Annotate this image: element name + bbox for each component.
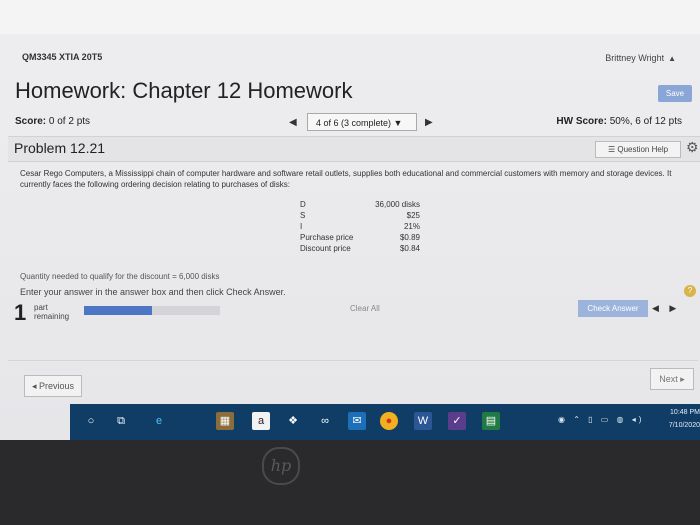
previous-button[interactable]: ◂ Previous — [24, 375, 82, 397]
store-icon[interactable]: ▦ — [216, 412, 234, 430]
hp-logo-icon: hp — [262, 447, 300, 485]
row-label: S — [300, 211, 306, 220]
browser-screen: QM3345 XTIA 20T5 Brittney Wright ▲ Homewo… — [0, 0, 700, 440]
save-button[interactable]: Save — [658, 85, 692, 102]
data-table: D 36,000 disks S $25 I 21% Purchase price $0… — [300, 200, 420, 255]
problem-title: Problem 12.21 — [14, 140, 106, 156]
part-navigation-arrows[interactable]: ◀ ▶ — [652, 303, 680, 314]
amazon-icon[interactable]: a — [252, 412, 270, 430]
user-icon: ▲ — [668, 54, 676, 63]
progress-fill — [84, 306, 152, 315]
parts-remaining-count: 1 — [14, 300, 27, 325]
check-icon[interactable]: ✓ — [448, 412, 466, 430]
question-navigator-dropdown[interactable]: 4 of 6 (3 complete) ▼ — [307, 113, 417, 131]
next-button[interactable]: Next ▸ — [650, 368, 694, 390]
clear-all-button[interactable]: Clear All — [350, 304, 380, 313]
previous-question-arrow-icon[interactable]: ◀ — [289, 117, 297, 128]
row-label: D — [300, 200, 306, 209]
row-value: $0.89 — [399, 233, 420, 242]
chrome-icon[interactable]: ● — [380, 412, 398, 430]
taskbar-time[interactable]: 10:48 PM — [660, 409, 700, 416]
row-label: Discount price — [300, 244, 351, 253]
user-name[interactable]: Brittney Wright ▲ — [605, 53, 676, 63]
row-value: 36,000 disks — [375, 200, 420, 209]
row-value: 21% — [403, 222, 420, 231]
question-help-label: Question Help — [617, 145, 669, 154]
edge-icon[interactable]: e — [150, 412, 168, 430]
row-label: Purchase price — [300, 233, 354, 242]
table-row: Purchase price $0.89 — [300, 233, 420, 244]
row-value: $0.84 — [399, 244, 420, 253]
hw-score-value: 50%, 6 of 12 pts — [609, 116, 682, 127]
row-value: $25 — [406, 211, 420, 220]
divider — [8, 360, 698, 361]
check-answer-button[interactable]: Check Answer — [578, 300, 648, 317]
course-name: QM3345 XTIA 20T5 — [22, 52, 103, 62]
help-icon[interactable]: ? — [684, 285, 696, 297]
taskbar-date[interactable]: 7/10/2020 — [660, 422, 700, 429]
problem-header-bar: Problem 12.21 ☰ Question Help ⚙ — [8, 136, 700, 162]
browser-top-bar — [0, 0, 700, 34]
problem-prompt: Cesar Rego Computers, a Mississippi chai… — [20, 169, 672, 189]
search-icon[interactable]: ○ — [82, 412, 100, 430]
hw-score: HW Score: 50%, 6 of 12 pts — [556, 116, 682, 127]
next-question-arrow-icon[interactable]: ▶ — [425, 117, 433, 128]
score-value: 0 of 2 pts — [48, 116, 91, 127]
task-view-icon[interactable]: ⧉ — [112, 412, 130, 430]
mail-icon[interactable]: ✉ — [348, 412, 366, 430]
infinity-icon[interactable]: ∞ — [316, 412, 334, 430]
laptop-bezel: hp — [0, 440, 700, 525]
parts-progress-bar — [84, 306, 220, 315]
user-name-label: Brittney Wright — [605, 53, 665, 63]
settings-gear-icon[interactable]: ⚙ — [686, 139, 699, 156]
table-row: I 21% — [300, 222, 420, 233]
dropbox-icon[interactable]: ❖ — [284, 412, 302, 430]
parts-label-part: part — [34, 303, 48, 312]
excel-icon[interactable]: ▤ — [482, 412, 500, 430]
table-row: S $25 — [300, 211, 420, 222]
hw-score-label: HW Score: — [556, 116, 607, 127]
score-label: Score: — [15, 116, 47, 127]
word-icon[interactable]: W — [414, 412, 432, 430]
table-row: D 36,000 disks — [300, 200, 420, 211]
page-title: Homework: Chapter 12 Homework — [15, 78, 353, 103]
answer-instructions: Enter your answer in the answer box and … — [20, 287, 286, 297]
question-help-button[interactable]: ☰ Question Help — [595, 141, 681, 158]
parts-label-remaining: remaining — [34, 312, 70, 321]
row-label: I — [300, 222, 303, 231]
score: Score: 0 of 2 pts — [15, 116, 90, 127]
windows-taskbar: ○ ⧉ e ▦ a ❖ ∞ ✉ ● W ✓ ▤ ◉ ⌃ ▯ ▭ ◍ ◂) 10:… — [70, 404, 700, 440]
partially-visible-question-text: Quantity needed to qualify for the disco… — [20, 272, 220, 281]
table-row: Discount price $0.84 — [300, 244, 420, 255]
system-tray-icons[interactable]: ◉ ⌃ ▯ ▭ ◍ ◂) — [558, 415, 644, 424]
